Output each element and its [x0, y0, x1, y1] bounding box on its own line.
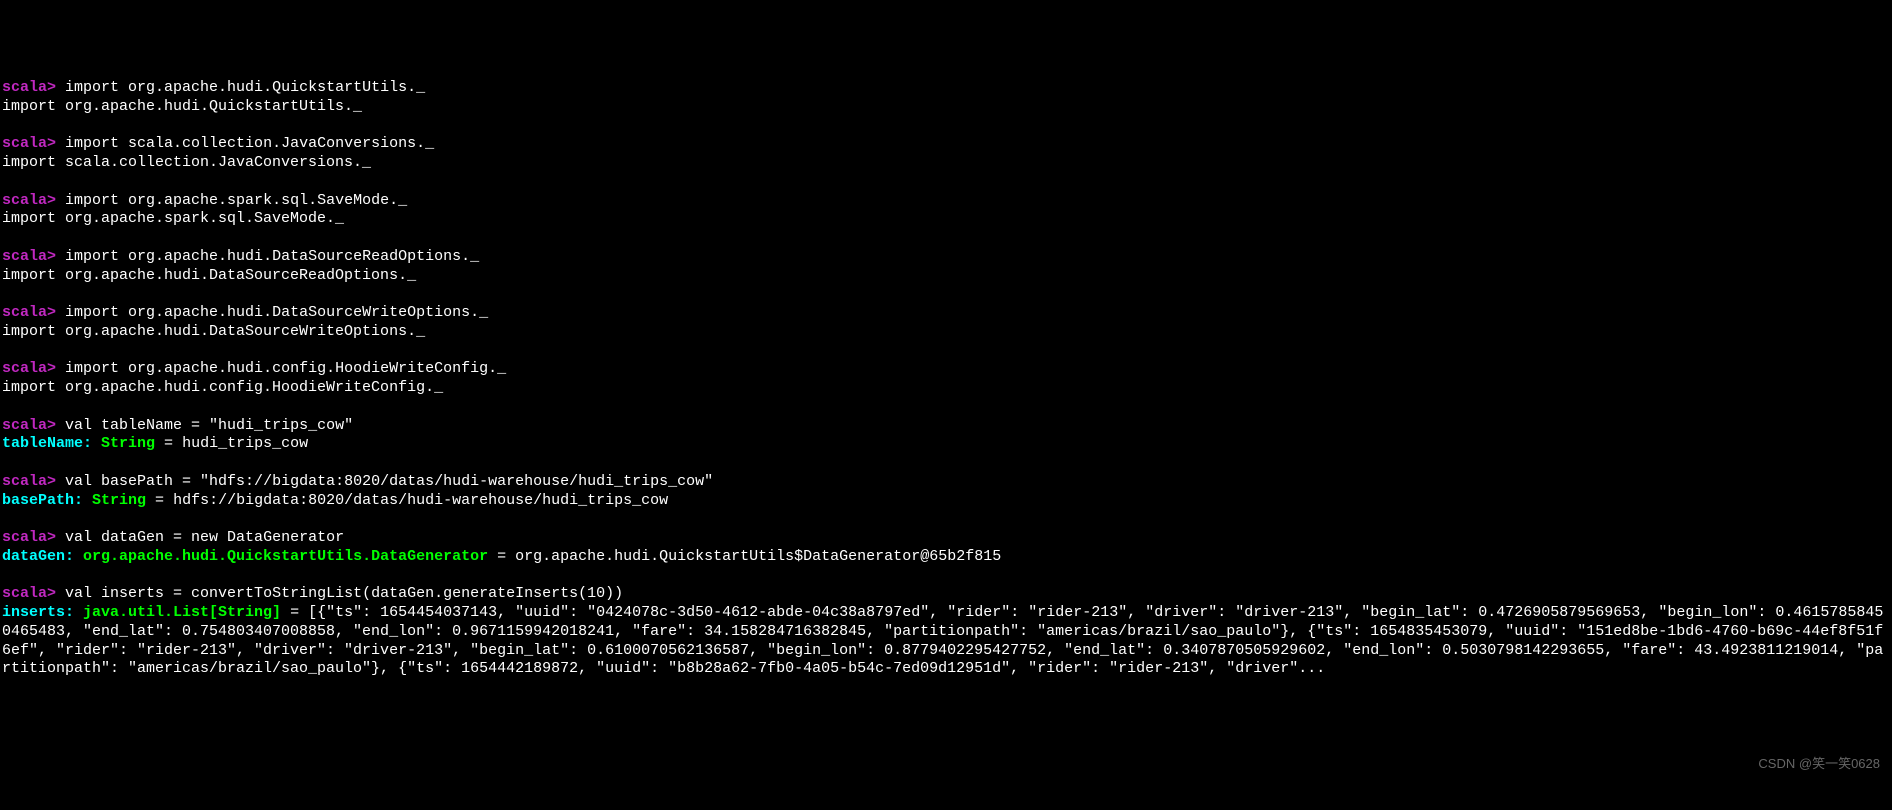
repl-command: val dataGen = new DataGenerator	[65, 529, 344, 546]
repl-command: val basePath = "hdfs://bigdata:8020/data…	[65, 473, 713, 490]
prompt: scala>	[2, 192, 56, 209]
result-value: hdfs://bigdata:8020/datas/hudi-warehouse…	[173, 492, 668, 509]
repl-command: import org.apache.hudi.DataSourceWriteOp…	[65, 304, 488, 321]
terminal-output[interactable]: scala> import org.apache.hudi.Quickstart…	[0, 79, 1892, 679]
result-value: hudi_trips_cow	[182, 435, 308, 452]
prompt: scala>	[2, 585, 56, 602]
prompt: scala>	[2, 304, 56, 321]
repl-echo: import org.apache.hudi.DataSourceReadOpt…	[2, 267, 416, 284]
result-varname: tableName	[2, 435, 83, 452]
repl-command: val tableName = "hudi_trips_cow"	[65, 417, 353, 434]
repl-command: import org.apache.hudi.DataSourceReadOpt…	[65, 248, 479, 265]
repl-command: import scala.collection.JavaConversions.…	[65, 135, 434, 152]
prompt: scala>	[2, 529, 56, 546]
prompt: scala>	[2, 79, 56, 96]
prompt: scala>	[2, 248, 56, 265]
repl-echo: import org.apache.spark.sql.SaveMode._	[2, 210, 344, 227]
watermark-text: CSDN @笑一笑0628	[1758, 756, 1880, 772]
prompt: scala>	[2, 135, 56, 152]
repl-command: import org.apache.hudi.config.HoodieWrit…	[65, 360, 506, 377]
repl-command: import org.apache.hudi.QuickstartUtils._	[65, 79, 425, 96]
prompt: scala>	[2, 473, 56, 490]
repl-echo: import org.apache.hudi.QuickstartUtils._	[2, 98, 362, 115]
result-varname: basePath	[2, 492, 74, 509]
repl-echo: import org.apache.hudi.config.HoodieWrit…	[2, 379, 443, 396]
result-value: org.apache.hudi.QuickstartUtils$DataGene…	[515, 548, 1001, 565]
repl-command: import org.apache.spark.sql.SaveMode._	[65, 192, 407, 209]
result-varname: dataGen	[2, 548, 65, 565]
result-type: org.apache.hudi.QuickstartUtils.DataGene…	[83, 548, 488, 565]
prompt: scala>	[2, 360, 56, 377]
repl-echo: import org.apache.hudi.DataSourceWriteOp…	[2, 323, 425, 340]
result-type: String	[101, 435, 155, 452]
result-varname: inserts	[2, 604, 65, 621]
result-type: java.util.List[String]	[83, 604, 281, 621]
result-type: String	[92, 492, 146, 509]
prompt: scala>	[2, 417, 56, 434]
repl-echo: import scala.collection.JavaConversions.…	[2, 154, 371, 171]
repl-command: val inserts = convertToStringList(dataGe…	[65, 585, 623, 602]
